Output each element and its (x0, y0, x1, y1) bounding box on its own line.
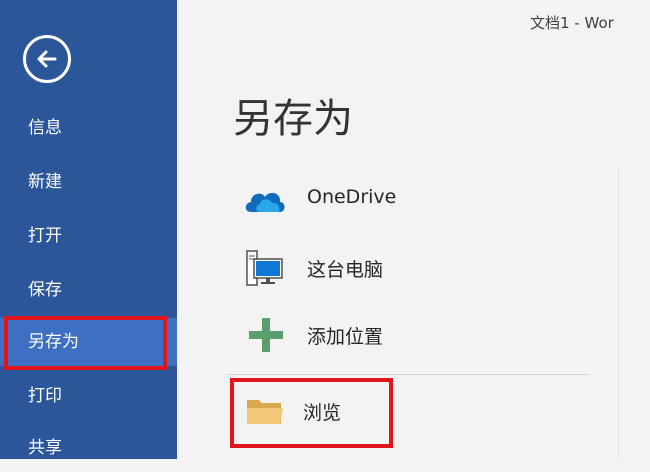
backstage-sidebar: 信息 新建 打开 保存 另存为 打印 共享 (0, 0, 177, 459)
location-onedrive[interactable]: OneDrive (237, 174, 587, 224)
nav-item-open[interactable]: 打开 (0, 212, 177, 260)
nav-item-print[interactable]: 打印 (0, 372, 177, 420)
this-pc-icon (246, 250, 283, 286)
location-label-onedrive: OneDrive (307, 186, 397, 208)
add-place-icon (249, 318, 283, 352)
panel-divider (618, 168, 619, 459)
back-button[interactable] (23, 35, 71, 83)
back-arrow-icon (37, 50, 57, 68)
nav-item-share[interactable]: 共享 (0, 424, 177, 472)
save-as-highlight-box (4, 316, 167, 370)
onedrive-cloud-icon (245, 192, 285, 212)
location-label-this-pc: 这台电脑 (307, 259, 384, 281)
location-this-pc[interactable]: 这台电脑 (237, 243, 587, 293)
page-title: 另存为 (233, 96, 353, 142)
nav-item-save[interactable]: 保存 (0, 266, 177, 314)
location-label-add-place: 添加位置 (307, 326, 384, 348)
save-as-panel: 文档1 - Wor 另存为 OneDrive 这台电脑 添加位置 浏览 (177, 0, 650, 459)
nav-item-info[interactable]: 信息 (0, 104, 177, 152)
locations-separator (227, 374, 589, 375)
location-add-place[interactable]: 添加位置 (237, 310, 587, 360)
nav-item-new[interactable]: 新建 (0, 158, 177, 206)
window-title: 文档1 - Wor (530, 14, 614, 32)
browse-highlight-box (230, 378, 393, 448)
